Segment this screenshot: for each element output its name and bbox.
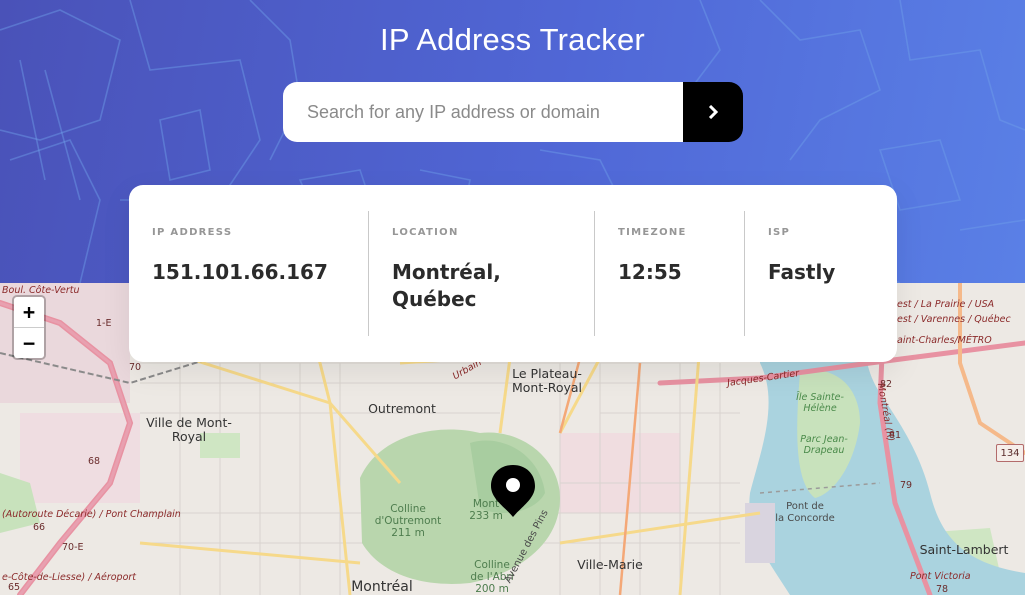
ip-info-card: IP ADDRESS 151.101.66.167 LOCATION Montr… <box>129 185 897 362</box>
map-route-134-shield: 134 <box>996 444 1024 462</box>
map-route-82: 82 <box>880 379 893 390</box>
ip-address-value: 151.101.66.167 <box>152 260 328 284</box>
chevron-right-icon <box>708 105 718 119</box>
page-title: IP Address Tracker <box>380 22 645 57</box>
map-road-cote-de-liesse: e-Côte-de-Liesse) / Aéroport <box>2 572 137 583</box>
map-road-decarie: (Autoroute Décarie) / Pont Champlain <box>2 509 181 520</box>
location-city: Montréal, <box>392 260 501 284</box>
map-road-varennes: est / Varennes / Québec <box>897 314 1011 325</box>
map-label-montreal: Montréal <box>351 579 413 595</box>
timezone-section: TIMEZONE 12:55 <box>618 211 743 336</box>
map-label-pjd-line2: Drapeau <box>803 444 845 456</box>
isp-label: ISP <box>768 227 791 238</box>
map-label-plateau-line1: Le Plateau- <box>512 366 582 381</box>
map-pin-icon[interactable] <box>489 463 537 519</box>
timezone-value: 12:55 <box>618 260 682 284</box>
map-label-ile-sainte-helene: Île Sainte- Hélène <box>796 392 844 415</box>
zoom-control: + − <box>12 295 46 360</box>
map-road-pont-victoria: Pont Victoria <box>910 571 971 582</box>
map-label-colline-outremont: Colline d'Outremont 211 m <box>375 503 442 539</box>
map-road-saint-charles: aint-Charles/MÉTRO <box>897 335 992 346</box>
map-label-ish-line2: Hélène <box>803 402 837 414</box>
zoom-in-button[interactable]: + <box>14 297 44 328</box>
search-submit-button[interactable] <box>683 82 743 142</box>
map-label-pont-concorde: Pont de la Concorde <box>775 501 835 524</box>
map-label-vmr-line2: Royal <box>171 429 207 445</box>
map-label-pc-line2: la Concorde <box>775 512 835 524</box>
map-label-co-line2: d'Outremont <box>374 515 442 528</box>
map-route-81: 81 <box>889 430 902 441</box>
map-label-parc-jean-drapeau: Parc Jean- Drapeau <box>800 434 848 457</box>
location-value: Montréal, Québec <box>392 259 501 313</box>
map-route-78: 78 <box>936 584 949 595</box>
map-route-70: 70 <box>129 362 142 373</box>
location-label: LOCATION <box>392 227 459 238</box>
map-label-saint-lambert: Saint-Lambert <box>919 542 1009 557</box>
info-divider-3 <box>744 211 745 336</box>
map-route-65: 65 <box>8 582 21 593</box>
map-label-plateau-line2: Mont-Royal <box>511 380 583 396</box>
map-route-68: 68 <box>88 456 101 467</box>
isp-value: Fastly <box>768 260 836 284</box>
ip-address-label: IP ADDRESS <box>152 227 233 238</box>
search-form <box>283 82 743 142</box>
map-label-ish-line1: Île Sainte- <box>796 392 844 403</box>
map-road-la-prairie: est / La Prairie / USA <box>897 299 995 310</box>
info-divider-1 <box>368 211 369 336</box>
map-label-ca-line1: Colline <box>474 559 510 571</box>
search-input[interactable] <box>283 82 683 142</box>
map-route-66: 66 <box>33 522 46 533</box>
map-label-pc-line1: Pont de <box>786 501 824 512</box>
map-label-ca-line3: 200 m <box>475 583 509 595</box>
map-route-1e: 1-E <box>96 318 112 329</box>
map-label-ville-marie: Ville-Marie <box>577 557 643 572</box>
zoom-out-button[interactable]: − <box>14 328 44 358</box>
info-divider-2 <box>594 211 595 336</box>
map-label-ville-mont-royal: Ville de Mont- Royal <box>146 415 232 445</box>
map-route-70e: 70-E <box>62 542 84 553</box>
ip-address-section: IP ADDRESS 151.101.66.167 <box>152 211 367 336</box>
map-label-co-line1: Colline <box>390 503 426 515</box>
isp-section: ISP Fastly <box>768 211 878 336</box>
map-label-pjd-line1: Parc Jean- <box>800 434 848 445</box>
location-region: Québec <box>392 287 477 311</box>
timezone-label: TIMEZONE <box>618 227 687 238</box>
location-section: LOCATION Montréal, Québec <box>392 211 592 336</box>
map-label-outremont: Outremont <box>368 401 436 416</box>
map-label-vmr-line1: Ville de Mont- <box>146 415 232 430</box>
map-label-co-line3: 211 m <box>391 527 425 540</box>
map-route-79: 79 <box>900 480 913 491</box>
map-label-plateau: Le Plateau- Mont-Royal <box>511 366 583 396</box>
